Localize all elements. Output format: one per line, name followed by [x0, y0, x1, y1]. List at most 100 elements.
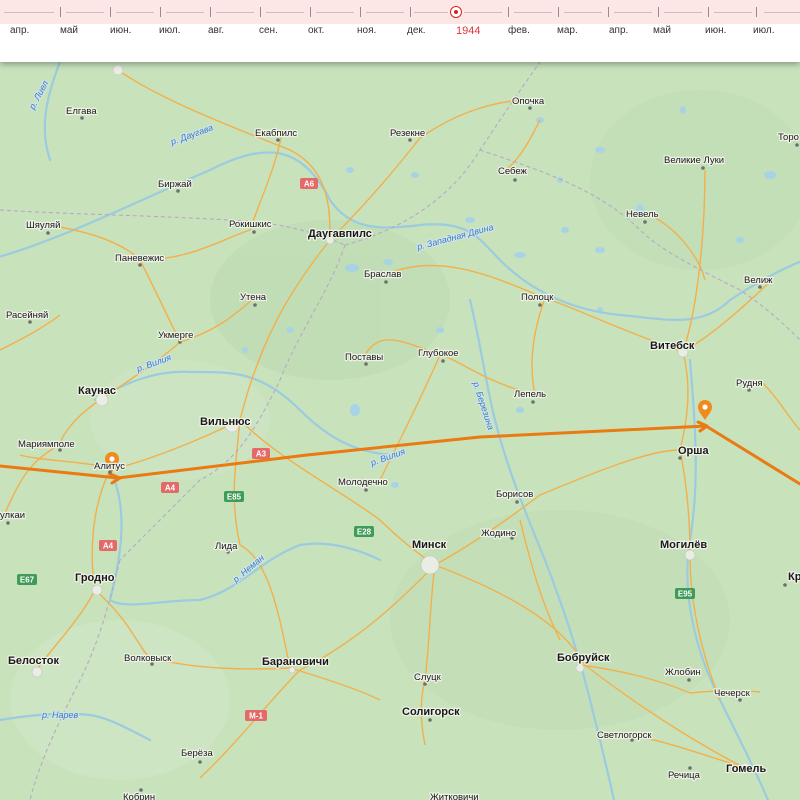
timeline-segment	[564, 12, 602, 13]
city-label-braslav: Браслав	[364, 269, 401, 280]
city-label-gomel: Гомель	[726, 763, 767, 775]
city-label-toro: Торо	[778, 132, 799, 143]
timeline-tick	[110, 7, 111, 17]
timeline-segment	[4, 12, 54, 13]
timeline-current-marker[interactable]	[450, 6, 462, 18]
road-shield-e95-label: E95	[678, 590, 693, 599]
city-label-birzhai: Биржай	[158, 179, 192, 190]
timeline-month[interactable]: апр.	[10, 25, 29, 36]
timeline-tick	[558, 7, 559, 17]
city-label-svetlogorsk: Светлогорск	[597, 730, 652, 741]
city-label-vitebsk: Витебск	[650, 340, 695, 352]
timeline-month-current[interactable]: 1944	[456, 25, 480, 37]
timeline-month[interactable]: июл.	[753, 25, 774, 36]
timeline-month[interactable]: фев.	[508, 25, 530, 36]
timeline-tick	[608, 7, 609, 17]
timeline-tick	[260, 7, 261, 17]
city-label-molodechno: Молодечно	[338, 477, 388, 488]
city-label-nevel: Невель	[626, 209, 659, 220]
city-label-bobruisk: Бобруйск	[557, 652, 610, 664]
timeline-month[interactable]: июн.	[110, 25, 131, 36]
timeline-month[interactable]: май	[60, 25, 78, 36]
road-shield-e28-label: E28	[357, 528, 372, 537]
city-label-baranovichi: Барановичи	[262, 656, 329, 668]
timeline-tick	[708, 7, 709, 17]
city-label-rechitsa: Речица	[668, 770, 701, 781]
city-label-raseiniai: Расейняй	[6, 310, 48, 321]
timeline-month[interactable]: мар.	[557, 25, 578, 36]
timeline-segment	[166, 12, 204, 13]
road-shield-a3-label: A3	[256, 450, 267, 459]
road-shield-e67-label: E67	[20, 576, 35, 585]
city-label-sebezh: Себеж	[498, 166, 528, 177]
timeline-month[interactable]: апр.	[609, 25, 628, 36]
city-label-vilnius: Вильнюс	[200, 416, 250, 428]
city-label-rokishkis: Рокишкис	[229, 219, 272, 230]
city-label-kaunas: Каунас	[78, 385, 116, 397]
timeline-segment	[366, 12, 404, 13]
timeline-month[interactable]: ноя.	[357, 25, 376, 36]
city-label-krichev: Кр	[788, 571, 800, 583]
city-label-glubokoe: Глубокое	[418, 348, 459, 359]
timeline-month[interactable]: июл.	[159, 25, 180, 36]
city-label-grodno: Гродно	[75, 572, 115, 584]
timeline-segment	[266, 12, 304, 13]
road-shield-m1-label: M-1	[249, 712, 263, 721]
timeline-segment	[414, 12, 448, 13]
city-label-mariampole: Мариямполе	[18, 439, 75, 450]
timeline-month[interactable]: авг.	[208, 25, 224, 36]
city-label-ukmerge: Укмерге	[158, 330, 193, 341]
timeline[interactable]: апр. май июн. июл. авг. сен. окт. ноя. д…	[0, 0, 800, 62]
road-shield-e85-label: E85	[227, 493, 242, 502]
road-shield-a4-south-label: A4	[103, 542, 114, 551]
timeline-segment	[116, 12, 154, 13]
city-label-soligorsk: Солигорск	[402, 706, 460, 718]
timeline-segment	[714, 12, 752, 13]
city-label-kobrin: Кобрин	[123, 792, 155, 800]
timeline-tick	[360, 7, 361, 17]
timeline-segment	[764, 12, 800, 13]
timeline-segment	[316, 12, 354, 13]
city-label-bialystok: Белосток	[8, 655, 60, 667]
city-label-volkovysk: Волковыск	[124, 653, 172, 664]
timeline-month[interactable]: июн.	[705, 25, 726, 36]
city-label-rezekne: Резекне	[390, 128, 425, 139]
city-label-velikie-luki: Великие Луки	[664, 155, 724, 166]
city-label-velizh: Велиж	[744, 275, 773, 286]
city-label-panevezhis: Паневежис	[115, 253, 164, 264]
city-label-shyaulyai: Шяуляй	[26, 220, 60, 231]
city-label-minsk: Минск	[412, 539, 447, 551]
timeline-tick	[658, 7, 659, 17]
city-label-ekabpils: Екабпилс	[255, 128, 297, 139]
city-label-chechersk: Чечерск	[714, 688, 751, 699]
timeline-month[interactable]: дек.	[407, 25, 426, 36]
city-label-bereza: Берёза	[181, 748, 213, 759]
timeline-tick	[508, 7, 509, 17]
city-label-slutsk: Слуцк	[414, 672, 442, 683]
timeline-tick	[210, 7, 211, 17]
city-label-lepel: Лепель	[514, 389, 546, 400]
timeline-segment	[614, 12, 652, 13]
city-label-vulkai: улкаи	[0, 510, 25, 521]
timeline-segment	[216, 12, 254, 13]
timeline-segment	[514, 12, 552, 13]
city-label-rudnya: Рудня	[736, 378, 763, 389]
timeline-track[interactable]	[0, 0, 800, 24]
timeline-tick	[410, 7, 411, 17]
timeline-month[interactable]: май	[653, 25, 671, 36]
timeline-month[interactable]: сен.	[259, 25, 278, 36]
city-label-mogilev: Могилёв	[660, 539, 707, 551]
city-label-polotsk: Полоцк	[521, 292, 554, 303]
city-label-lida: Лида	[215, 541, 238, 552]
city-label-borisov: Борисов	[496, 489, 533, 500]
timeline-segment	[464, 12, 502, 13]
road-shield-a4-label: A4	[165, 484, 176, 493]
timeline-month[interactable]: окт.	[308, 25, 324, 36]
city-label-elgava: Елгава	[66, 106, 97, 117]
city-label-zhitkovichi: Житковичи	[430, 792, 479, 800]
city-label-zhodino: Жодино	[481, 528, 516, 539]
city-label-daugavpils: Даугавпилс	[308, 228, 372, 240]
map-canvas[interactable]: A6 A3 A4 A4 E85 E28 E67 E95 M-1 р. Дауга…	[0, 62, 800, 800]
river-label-narev: р. Нарев	[41, 710, 79, 720]
city-label-utena: Утена	[240, 292, 267, 303]
